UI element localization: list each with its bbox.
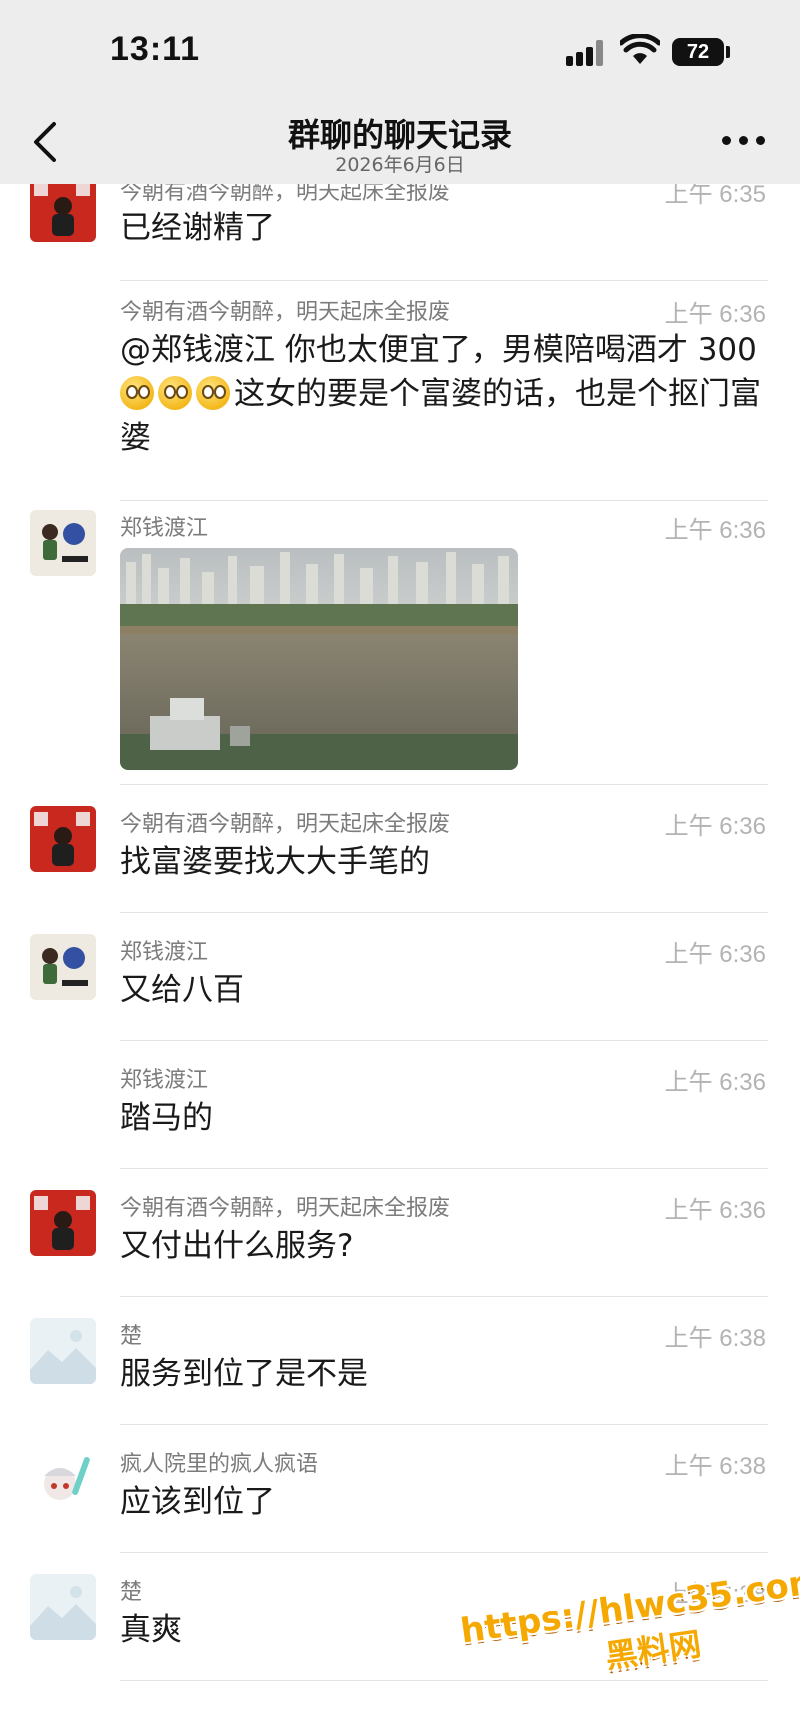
sender-name: 今朝有酒今朝醉，明天起床全报废 xyxy=(120,300,451,325)
nav-bar: 群聊的聊天记录 2026年6月6日 xyxy=(0,100,800,184)
message-text: 又付出什么服务? xyxy=(120,1228,354,1264)
gaoqian-avatar[interactable] xyxy=(30,1190,96,1256)
message-text: 应该到位了 xyxy=(120,1484,275,1520)
sender-name: 郑钱渡江 xyxy=(120,1068,209,1093)
divider xyxy=(120,1296,768,1297)
message-time: 上午 6:36 xyxy=(664,301,766,328)
message-time: 上午 6:38 xyxy=(664,1325,766,1352)
sender-name: 郑钱渡江 xyxy=(120,940,209,965)
divider xyxy=(120,1552,768,1553)
message-time: 上午 6:38 xyxy=(664,1453,766,1480)
message-time: 上午 6:36 xyxy=(664,1197,766,1224)
message-text: 又给八百 xyxy=(120,972,244,1008)
city-river-photo[interactable] xyxy=(120,548,518,770)
divider xyxy=(120,280,768,281)
landscape-avatar[interactable] xyxy=(30,1318,96,1384)
battery-icon: 72 xyxy=(672,38,724,66)
boy-avatar[interactable] xyxy=(30,934,96,1000)
clock: 13:11 xyxy=(110,30,201,68)
sender-name: 楚 xyxy=(120,1324,143,1349)
message-text: @郑钱渡江 你也太便宜了，男模陪喝酒才 300这女的要是个富婆的话，也是个抠门富… xyxy=(120,328,770,460)
flushed-face-emoji xyxy=(120,376,154,410)
message-time: 上午 6:36 xyxy=(664,1069,766,1096)
boy-avatar[interactable] xyxy=(30,510,96,576)
message-text-part: @郑钱渡江 你也太便宜了，男模陪喝酒才 300 xyxy=(120,332,757,368)
flushed-face-emoji xyxy=(196,376,230,410)
cartoon-avatar[interactable] xyxy=(30,1446,96,1512)
sender-name: 楚 xyxy=(120,1580,143,1605)
message-text: 已经谢精了 xyxy=(120,210,275,246)
message-text: 找富婆要找大大手笔的 xyxy=(120,844,430,880)
more-options-button[interactable] xyxy=(722,136,766,148)
battery-tip xyxy=(726,46,730,58)
divider xyxy=(120,912,768,913)
message-time: 上午 6:36 xyxy=(664,941,766,968)
sender-name: 今朝有酒今朝醉，明天起床全报废 xyxy=(120,1196,451,1221)
wifi-icon xyxy=(620,34,660,64)
sender-name: 郑钱渡江 xyxy=(120,516,209,541)
cellular-signal-icon xyxy=(566,40,610,66)
gaoqian-avatar[interactable] xyxy=(30,184,96,242)
divider xyxy=(120,500,768,501)
message-time: 上午 6:36 xyxy=(664,517,766,544)
sender-name: 今朝有酒今朝醉，明天起床全报废 xyxy=(120,184,451,205)
status-bar: 13:11 72 xyxy=(0,0,800,100)
flushed-face-emoji xyxy=(158,376,192,410)
divider xyxy=(120,1168,768,1169)
message-time: 上午 6:36 xyxy=(664,813,766,840)
message-text: 踏马的 xyxy=(120,1100,213,1136)
chat-history-list[interactable]: 今朝有酒今朝醉，明天起床全报废 上午 6:35 已经谢精了 今朝有酒今朝醉，明天… xyxy=(0,184,800,1736)
page-subtitle: 2026年6月6日 xyxy=(335,154,465,176)
sender-name: 今朝有酒今朝醉，明天起床全报废 xyxy=(120,812,451,837)
divider xyxy=(120,1424,768,1425)
divider xyxy=(120,784,768,785)
divider xyxy=(120,1040,768,1041)
landscape-avatar[interactable] xyxy=(30,1574,96,1640)
sender-name: 疯人院里的疯人疯语 xyxy=(120,1452,319,1477)
gaoqian-avatar[interactable] xyxy=(30,806,96,872)
message-text: 服务到位了是不是 xyxy=(120,1356,368,1392)
